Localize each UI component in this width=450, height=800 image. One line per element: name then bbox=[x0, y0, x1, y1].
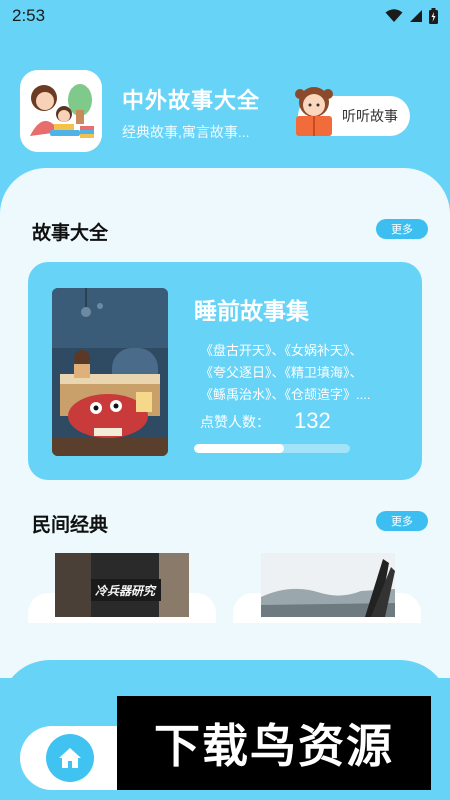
likes-label: 点赞人数： bbox=[200, 414, 270, 430]
bedtime-stories-card[interactable]: 睡前故事集 《盘古开天》、《女娲补天》、 《夸父逐日》、《精卫填海》、 《鲧禹治… bbox=[28, 262, 422, 480]
listen-stories-button[interactable]: 听听故事 bbox=[295, 87, 410, 136]
progress-fill bbox=[194, 444, 285, 453]
card-description: 《盘古开天》、《女娲补天》、 《夸父逐日》、《精卫填海》、 《鲧禹治水》、《仓颉… bbox=[200, 343, 371, 402]
card-title: 睡前故事集 bbox=[194, 298, 309, 324]
watermark-banner: 下载鸟资源 bbox=[117, 696, 431, 790]
likes-progress-bar bbox=[194, 444, 350, 453]
status-time: 2:53 bbox=[12, 6, 46, 25]
home-icon bbox=[59, 748, 81, 768]
signal-icon bbox=[410, 10, 422, 22]
status-icons bbox=[385, 8, 438, 24]
battery-icon bbox=[429, 8, 438, 24]
app-logo bbox=[20, 70, 102, 152]
home-button[interactable] bbox=[46, 734, 94, 782]
app-subtitle: 经典故事,寓言故事... bbox=[122, 124, 250, 140]
section-title-stories: 故事大全 bbox=[32, 223, 109, 244]
girl-reading-icon bbox=[295, 87, 333, 136]
likes-count: 132 bbox=[294, 408, 331, 433]
listen-button-label: 听听故事 bbox=[342, 108, 398, 124]
section-title-folk: 民间经典 bbox=[32, 515, 109, 536]
app-title: 中外故事大全 bbox=[122, 88, 261, 113]
bedtime-cover-image bbox=[52, 288, 168, 456]
wifi-icon bbox=[385, 9, 403, 22]
folk-thumbnail-1[interactable]: 冷兵器研究 bbox=[55, 553, 189, 617]
status-bar: 2:53 bbox=[0, 0, 450, 32]
folk-thumbnail-caption: 冷兵器研究 bbox=[95, 584, 156, 598]
folk-thumbnail-2[interactable] bbox=[261, 553, 395, 617]
more-button-folk[interactable]: 更多 bbox=[376, 511, 428, 531]
more-button-stories[interactable]: 更多 bbox=[376, 219, 428, 239]
